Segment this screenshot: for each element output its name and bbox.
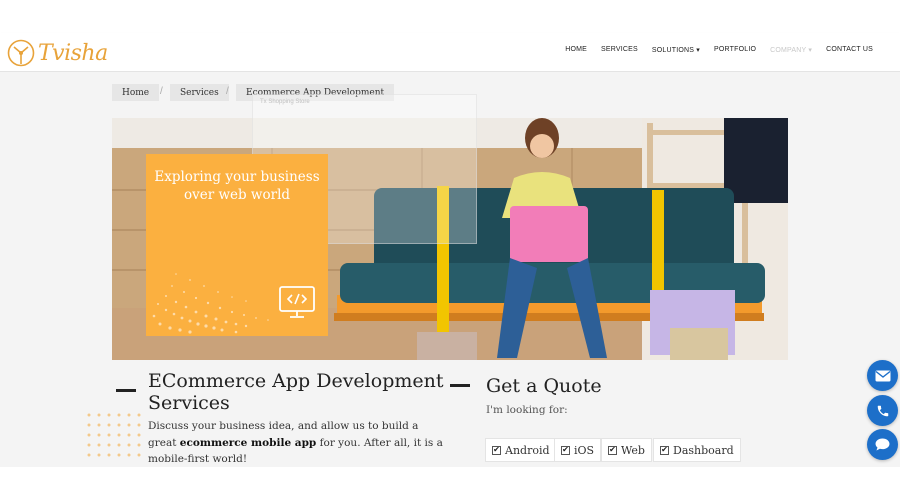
nav-contact-us[interactable]: CONTACT US — [819, 46, 880, 54]
checkbox-dashboard[interactable]: ✔ — [660, 445, 669, 455]
chat-icon — [875, 438, 890, 451]
nav-company[interactable]: COMPANY ▾ — [763, 46, 819, 54]
breadcrumb-separator: / — [226, 86, 229, 97]
page: Tvisha HOME SERVICES SOLUTIONS ▾ PORTFOL… — [0, 0, 900, 500]
checkbox-android[interactable]: ✔ — [492, 445, 501, 455]
hero-card-text: Exploring your business over web world — [154, 169, 320, 203]
intro-paragraph: Discuss your business idea, and allow us… — [148, 418, 448, 468]
checkbox-ios[interactable]: ✔ — [561, 445, 570, 455]
hover-preview-text: Tx Shopping Store — [260, 99, 310, 105]
main-nav: HOME SERVICES SOLUTIONS ▾ PORTFOLIO COMP… — [558, 46, 880, 54]
quote-dash — [450, 384, 470, 387]
option-dashboard[interactable]: ✔ Dashboard — [653, 438, 741, 462]
chat-button[interactable] — [867, 429, 898, 460]
nav-solutions[interactable]: SOLUTIONS ▾ — [645, 46, 707, 54]
bottom-strip — [0, 467, 900, 500]
email-button[interactable] — [867, 360, 898, 391]
decorative-dots — [86, 412, 146, 469]
option-ios-label: iOS — [574, 443, 595, 457]
nav-services[interactable]: SERVICES — [594, 46, 645, 54]
brand-logo[interactable]: Tvisha — [6, 37, 116, 69]
brand-name: Tvisha — [38, 40, 108, 66]
top-strip — [0, 0, 900, 33]
option-ios[interactable]: ✔ iOS — [554, 438, 602, 462]
breadcrumb-separator: / — [160, 86, 163, 97]
mail-icon — [875, 370, 890, 381]
phone-icon — [877, 405, 888, 416]
breadcrumb-home[interactable]: Home — [112, 84, 160, 101]
breadcrumb-services[interactable]: Services — [170, 84, 229, 101]
option-web-label: Web — [621, 443, 645, 457]
nav-home[interactable]: HOME — [558, 46, 594, 54]
call-button[interactable] — [867, 395, 898, 426]
option-dashboard-label: Dashboard — [673, 443, 734, 457]
title-dash — [116, 389, 136, 392]
looking-for-label: I'm looking for: — [486, 404, 568, 416]
checkbox-web[interactable]: ✔ — [608, 445, 617, 455]
intro-text-bold: ecommerce mobile app — [179, 436, 317, 449]
quote-title: Get a Quote — [486, 375, 602, 397]
web-code-icon — [278, 285, 316, 326]
option-android-label: Android — [505, 443, 550, 457]
tvisha-logo-icon — [7, 39, 35, 67]
page-title: ECommerce App Development Services — [148, 370, 444, 414]
option-android[interactable]: ✔ Android — [485, 438, 557, 462]
option-web[interactable]: ✔ Web — [601, 438, 652, 462]
nav-portfolio[interactable]: PORTFOLIO — [707, 46, 763, 54]
